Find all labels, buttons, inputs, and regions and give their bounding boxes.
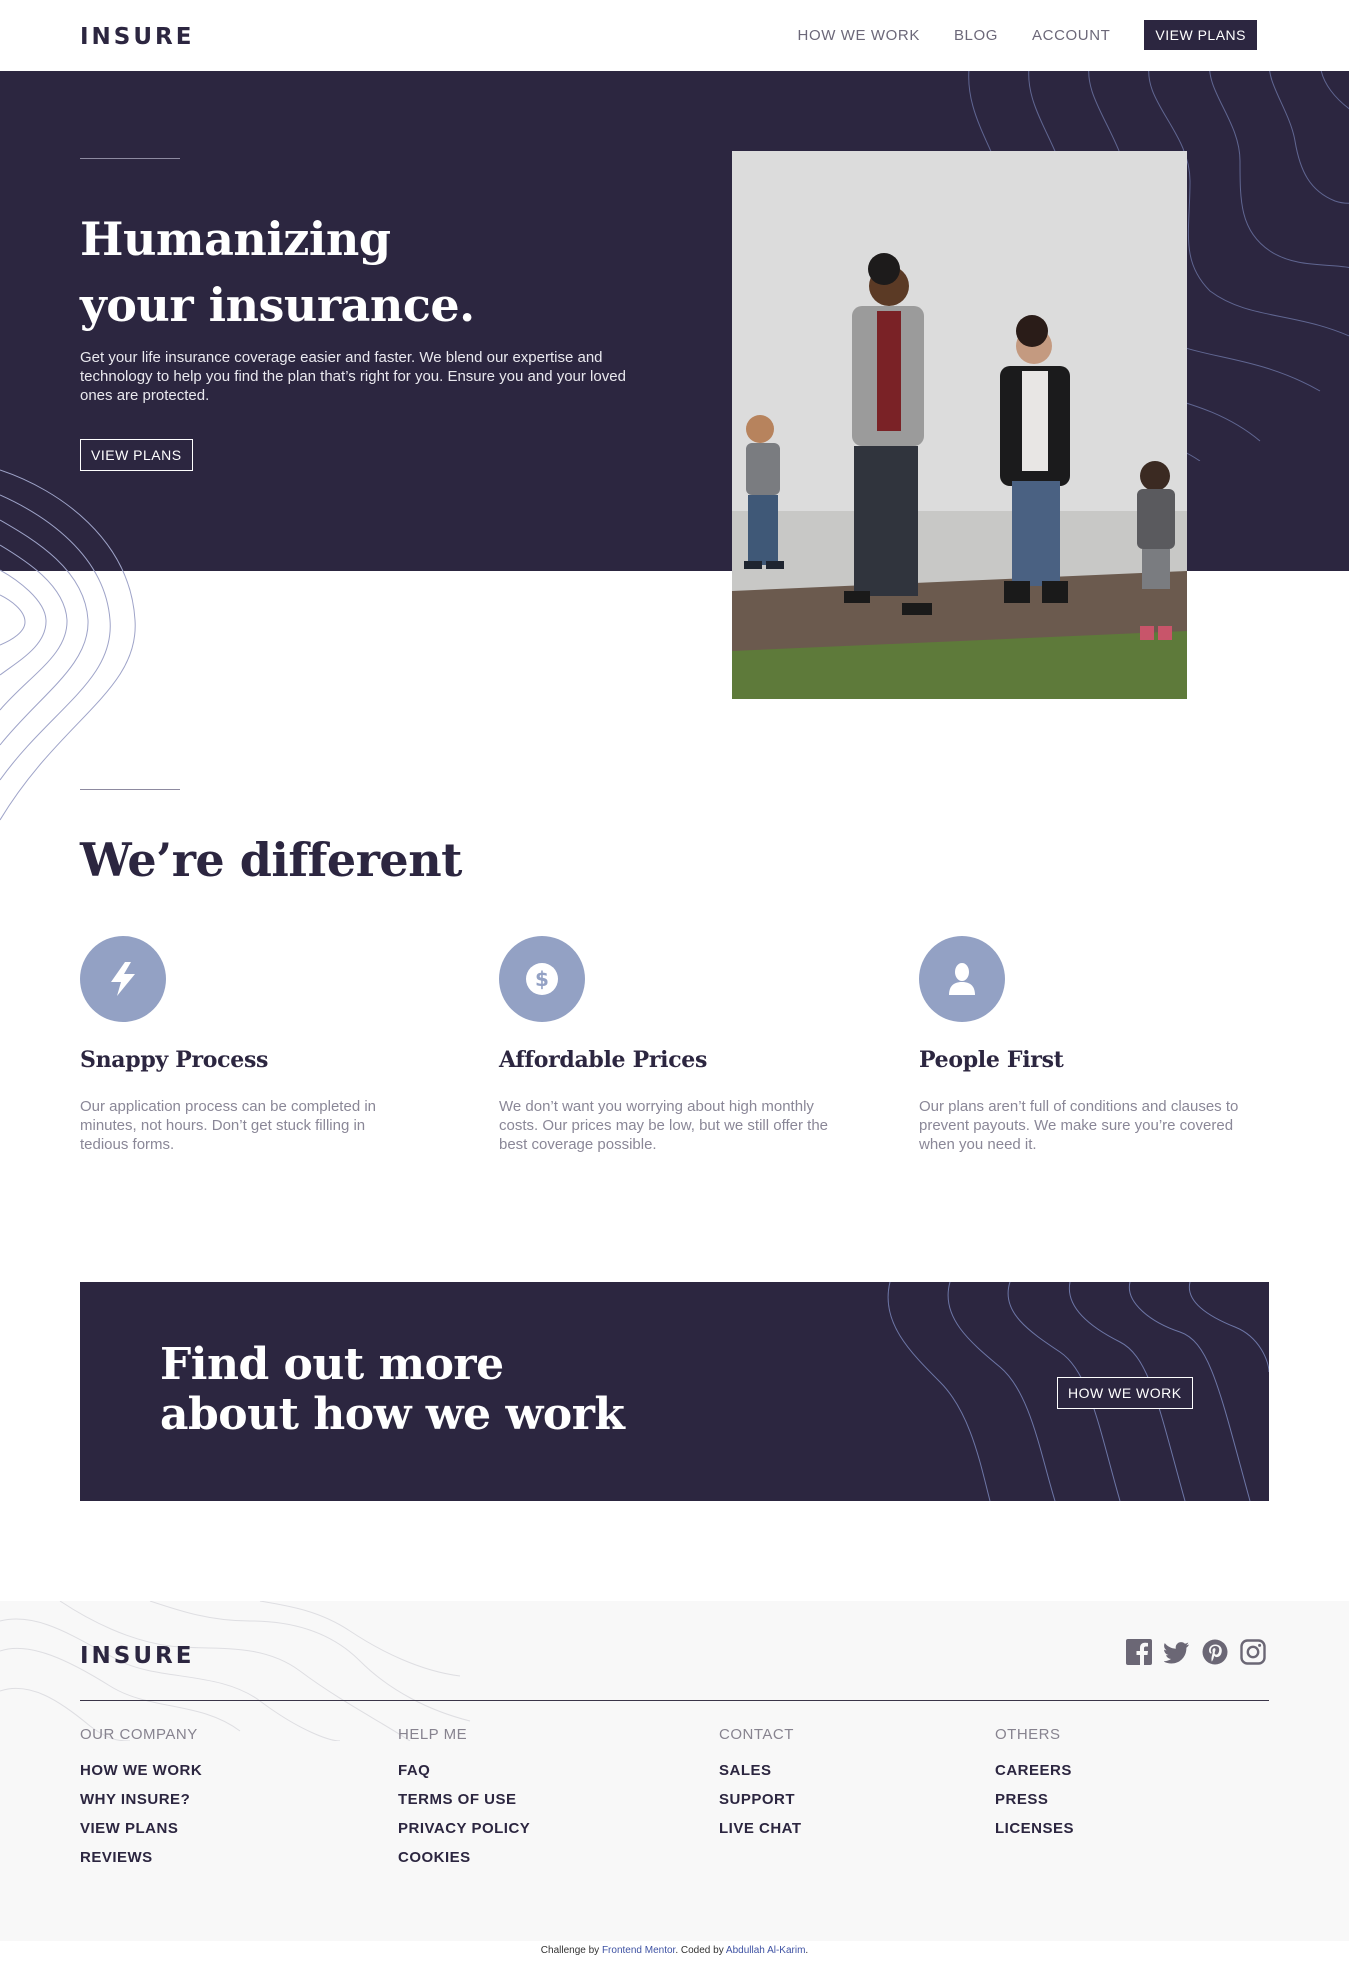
footer-column-heading: OUR COMPANY (80, 1726, 198, 1743)
footer-link[interactable]: SALES (719, 1761, 802, 1781)
attribution-prefix: Challenge by (540, 1945, 602, 1956)
footer-column-others: OTHERS CAREERS PRESS LICENSES (995, 1726, 1074, 1848)
footer-logo[interactable]: INSURE (80, 1643, 194, 1669)
footer-link[interactable]: SUPPORT (719, 1790, 802, 1810)
footer-link[interactable]: CAREERS (995, 1761, 1074, 1781)
pinterest-icon[interactable] (1202, 1639, 1228, 1665)
twitter-icon[interactable] (1164, 1639, 1190, 1665)
attribution-middle: . Coded by (675, 1945, 726, 1956)
footer-link[interactable]: LICENSES (995, 1819, 1074, 1839)
hero-view-plans-button[interactable]: VIEW PLANS (80, 439, 193, 471)
author-link[interactable]: Abdullah Al-Karim (726, 1945, 805, 1956)
footer-link[interactable]: REVIEWS (80, 1848, 202, 1868)
hero-description: Get your life insurance coverage easier … (80, 349, 626, 404)
footer-column-help: HELP ME FAQ TERMS OF USE PRIVACY POLICY … (398, 1726, 530, 1877)
feature-text: Our application process can be completed… (80, 1098, 377, 1153)
feature-title: Snappy Process (80, 1047, 269, 1073)
nav-blog[interactable]: BLOG (954, 27, 998, 44)
affordable-prices-icon: $ (499, 936, 585, 1022)
feature-title: Affordable Prices (499, 1047, 708, 1073)
people-first-icon (919, 936, 1005, 1022)
frontend-mentor-link[interactable]: Frontend Mentor (602, 1945, 675, 1956)
how-we-work-cta: Find out more about how we work HOW WE W… (80, 1282, 1269, 1501)
footer-link[interactable]: PRIVACY POLICY (398, 1819, 530, 1839)
feature-people-first: People First Our plans aren’t full of co… (919, 936, 1259, 1154)
different-title: We’re different (80, 833, 462, 887)
feature-title: People First (919, 1047, 1064, 1073)
footer-link[interactable]: TERMS OF USE (398, 1790, 530, 1810)
footer-column-heading: HELP ME (398, 1726, 468, 1743)
svg-text:$: $ (535, 967, 549, 991)
facebook-icon[interactable] (1126, 1639, 1152, 1665)
attribution: Challenge by Frontend Mentor. Coded by A… (0, 1945, 1349, 1956)
nav-account[interactable]: ACCOUNT (1032, 27, 1110, 44)
attribution-suffix: . (805, 1945, 809, 1956)
cta-title-line2: about how we work (160, 1389, 625, 1440)
social-links (1126, 1639, 1278, 1665)
hero-title-line1: Humanizing (80, 212, 391, 266)
footer-link[interactable]: HOW WE WORK (80, 1761, 202, 1781)
nav-view-plans-button[interactable]: VIEW PLANS (1144, 20, 1257, 50)
footer-link[interactable]: LIVE CHAT (719, 1819, 802, 1839)
cta-title: Find out more about how we work (160, 1339, 625, 1440)
hero-family-photo (732, 151, 1187, 699)
how-we-work-button[interactable]: HOW WE WORK (1057, 1377, 1193, 1409)
footer-link[interactable]: VIEW PLANS (80, 1819, 202, 1839)
footer-link[interactable]: FAQ (398, 1761, 530, 1781)
instagram-icon[interactable] (1240, 1639, 1266, 1665)
footer-link[interactable]: WHY INSURE? (80, 1790, 202, 1810)
hero-title-line2: your insurance. (80, 278, 475, 332)
feature-text: We don’t want you worrying about high mo… (499, 1098, 829, 1153)
hero-divider (80, 158, 180, 159)
footer-wave-pattern (0, 1601, 471, 1741)
footer-column-heading: OTHERS (995, 1726, 1061, 1743)
footer-link[interactable]: COOKIES (398, 1848, 530, 1868)
main-nav: HOW WE WORK BLOG ACCOUNT VIEW PLANS (764, 20, 1257, 50)
footer-column-heading: CONTACT (719, 1726, 794, 1743)
site-footer: INSURE OUR COMPANY HOW WE WORK WHY INSUR… (0, 1601, 1349, 1941)
footer-column-company: OUR COMPANY HOW WE WORK WHY INSURE? VIEW… (80, 1726, 202, 1877)
feature-snappy-process: Snappy Process Our application process c… (80, 936, 420, 1154)
footer-column-contact: CONTACT SALES SUPPORT LIVE CHAT (719, 1726, 802, 1848)
different-divider (80, 789, 180, 790)
logo[interactable]: INSURE (80, 24, 194, 50)
feature-affordable-prices: $ Affordable Prices We don’t want you wo… (499, 936, 839, 1154)
footer-link[interactable]: PRESS (995, 1790, 1074, 1810)
hero-title: Humanizing your insurance. (80, 206, 475, 338)
feature-text: Our plans aren’t full of conditions and … (919, 1098, 1239, 1153)
nav-how-we-work[interactable]: HOW WE WORK (798, 27, 920, 44)
cta-title-line1: Find out more (160, 1339, 504, 1390)
site-header: INSURE HOW WE WORK BLOG ACCOUNT VIEW PLA… (0, 0, 1349, 71)
snappy-process-icon (80, 936, 166, 1022)
footer-divider (80, 1700, 1269, 1701)
